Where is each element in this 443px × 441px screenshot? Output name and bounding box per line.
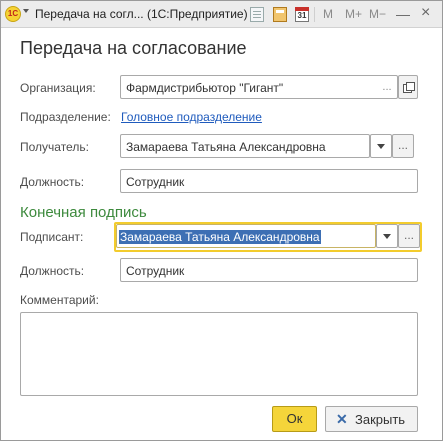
memory-minus-button[interactable]: M− bbox=[369, 7, 386, 21]
signer-position-value: Сотрудник bbox=[126, 264, 185, 278]
recipient-position-label: Должность: bbox=[20, 175, 85, 189]
recipient-dropdown-button[interactable] bbox=[370, 134, 392, 158]
document-icon[interactable] bbox=[250, 7, 264, 22]
comment-label: Комментарий: bbox=[20, 293, 99, 307]
organization-choice-button[interactable]: ... bbox=[376, 75, 398, 99]
department-label: Подразделение: bbox=[20, 110, 111, 124]
minimize-icon[interactable]: — bbox=[396, 7, 410, 21]
signer-choice-button[interactable]: ... bbox=[398, 224, 420, 248]
comment-textarea[interactable] bbox=[20, 312, 418, 396]
signer-dropdown-button[interactable] bbox=[376, 224, 398, 248]
memory-button[interactable]: M bbox=[323, 7, 333, 21]
window-title: Передача на согл... (1С:Предприятие) bbox=[35, 7, 248, 21]
chevron-down-icon bbox=[383, 234, 391, 239]
department-link[interactable]: Головное подразделение bbox=[121, 110, 262, 124]
recipient-choice-button[interactable]: ... bbox=[392, 134, 414, 158]
signer-field[interactable]: Замараева Татьяна Александровна bbox=[116, 224, 376, 248]
chevron-down-icon bbox=[377, 144, 385, 149]
form-title: Передача на согласование bbox=[20, 38, 247, 58]
recipient-field[interactable]: Замараева Татьяна Александровна bbox=[120, 134, 370, 158]
signer-value: Замараева Татьяна Александровна bbox=[119, 230, 321, 244]
memory-plus-button[interactable]: M+ bbox=[345, 7, 362, 21]
open-icon bbox=[403, 82, 415, 93]
recipient-position-value: Сотрудник bbox=[126, 175, 185, 189]
toolbar-divider bbox=[314, 7, 315, 22]
close-button[interactable]: ✕ Закрыть bbox=[325, 406, 418, 432]
app-logo-icon[interactable]: 1С bbox=[5, 6, 21, 22]
calculator-icon[interactable] bbox=[273, 7, 287, 22]
calendar-icon[interactable]: 31 bbox=[295, 7, 309, 22]
ok-button[interactable]: Ок bbox=[272, 406, 317, 432]
close-button-label: Закрыть bbox=[355, 412, 406, 427]
title-bar: 1С Передача на согл... (1С:Предприятие) … bbox=[1, 1, 442, 28]
organization-label: Организация: bbox=[20, 81, 96, 95]
organization-value: Фармдистрибьютор "Гигант" bbox=[126, 81, 284, 95]
recipient-label: Получатель: bbox=[20, 140, 89, 154]
recipient-position-field[interactable]: Сотрудник bbox=[120, 169, 418, 193]
final-signature-section-title: Конечная подпись bbox=[20, 204, 147, 221]
signer-label: Подписант: bbox=[20, 230, 84, 244]
close-window-icon[interactable]: × bbox=[421, 5, 430, 21]
dialog-window: 1С Передача на согл... (1С:Предприятие) … bbox=[0, 0, 443, 441]
organization-field[interactable]: Фармдистрибьютор "Гигант" ... bbox=[120, 75, 398, 99]
organization-open-button[interactable] bbox=[398, 75, 418, 99]
signer-position-label: Должность: bbox=[20, 264, 85, 278]
recipient-value: Замараева Татьяна Александровна bbox=[126, 140, 326, 154]
app-menu-caret-icon[interactable] bbox=[23, 9, 29, 13]
signer-position-field[interactable]: Сотрудник bbox=[120, 258, 418, 282]
close-icon: ✕ bbox=[336, 411, 348, 427]
